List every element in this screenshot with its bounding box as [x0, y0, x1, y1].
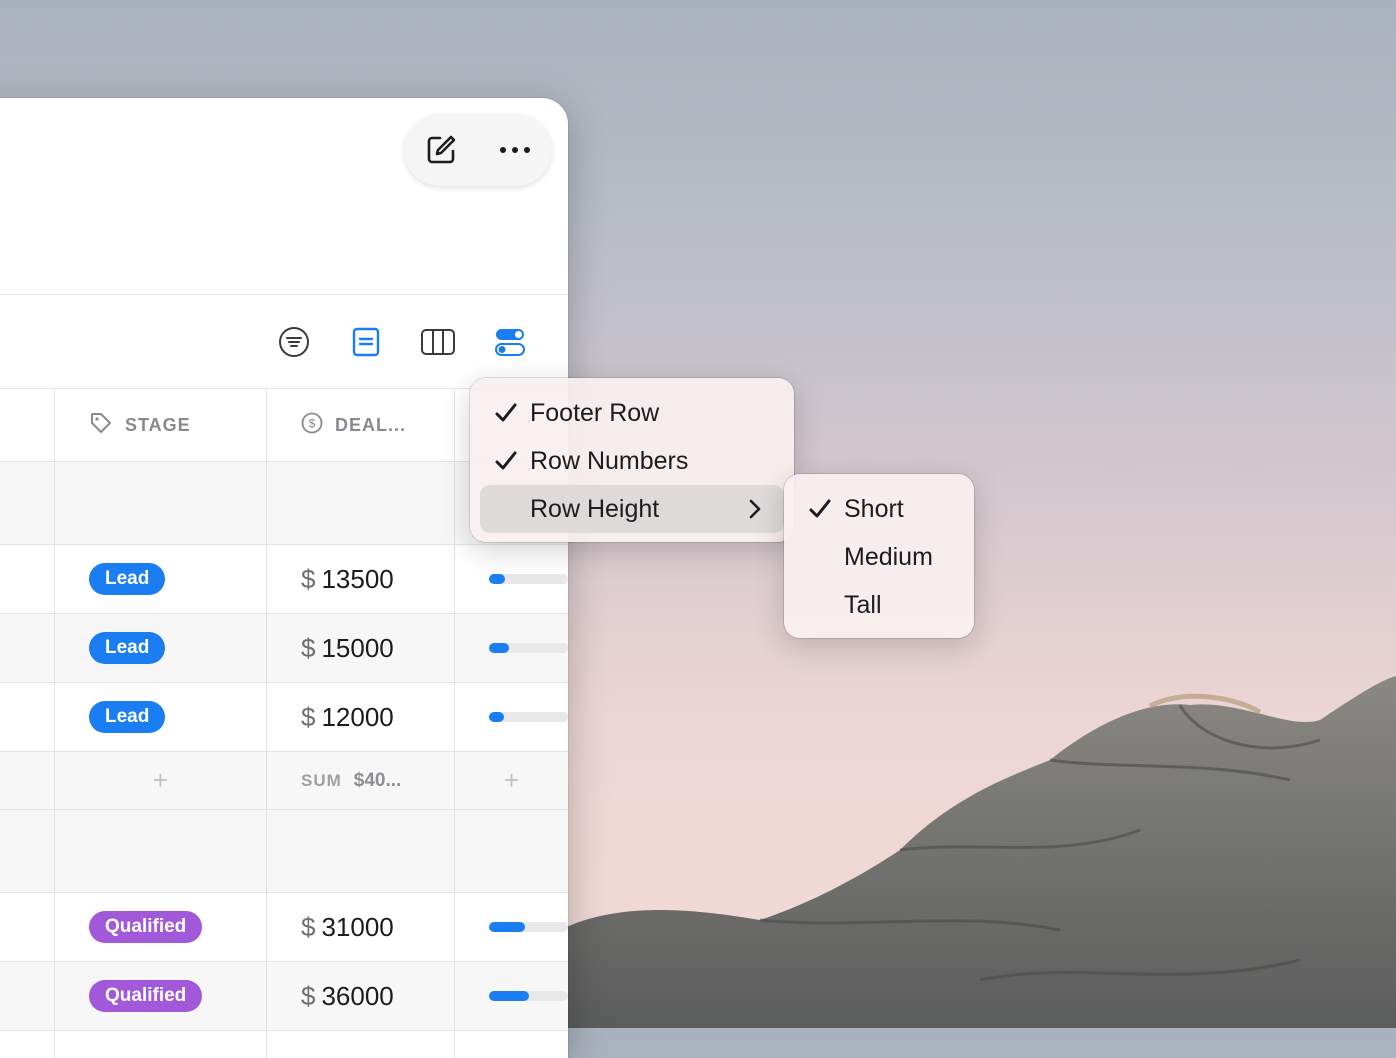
column-header-stage[interactable]: STAGE	[55, 389, 266, 461]
app-window: STAGE $ DEAL... Lead $13500 Lead $15000 …	[0, 98, 568, 1058]
column-divider	[266, 388, 267, 1058]
deal-value: $13500	[301, 563, 394, 594]
table-row[interactable]: Lead $15000	[0, 614, 568, 683]
table-row[interactable]: Lead $13500	[0, 545, 568, 614]
status-badge: Lead	[89, 563, 166, 595]
ellipsis-icon[interactable]	[493, 128, 537, 172]
menu-item-row-numbers[interactable]: Row Numbers	[480, 437, 784, 485]
progress-bar	[489, 922, 568, 932]
columns-icon[interactable]	[420, 326, 456, 358]
compose-icon[interactable]	[419, 128, 463, 172]
table-row[interactable]: Qualified $36000	[0, 962, 568, 1031]
row-height-submenu: Short Medium Tall	[784, 474, 974, 638]
column-header-label: STAGE	[125, 414, 191, 435]
status-badge: Lead	[89, 632, 166, 664]
svg-text:$: $	[309, 416, 316, 430]
checkmark-icon	[495, 451, 517, 470]
checkmark-icon	[809, 499, 831, 518]
menu-item-tall[interactable]: Tall	[794, 581, 964, 629]
menu-item-label: Tall	[844, 590, 882, 619]
progress-bar	[489, 574, 568, 584]
toggles-icon[interactable]	[492, 326, 528, 358]
column-divider	[54, 388, 55, 1058]
progress-bar	[489, 991, 568, 1001]
sum-value[interactable]: $40...	[354, 770, 402, 792]
chevron-right-icon	[749, 499, 761, 519]
status-badge: Qualified	[89, 980, 203, 1012]
group-header	[0, 810, 568, 893]
checkmark-icon	[495, 403, 517, 422]
row-detail-icon[interactable]	[348, 326, 384, 358]
progress-bar	[489, 712, 568, 722]
progress-bar	[489, 643, 568, 653]
menu-item-row-height[interactable]: Row Height	[480, 485, 784, 533]
menu-item-medium[interactable]: Medium	[794, 533, 964, 581]
top-toolbar	[404, 114, 552, 186]
dollar-circle-icon: $	[301, 412, 323, 439]
status-badge: Lead	[89, 701, 166, 733]
deal-value: $36000	[301, 980, 394, 1011]
tag-icon	[89, 411, 113, 440]
column-header-label: DEAL...	[335, 414, 407, 435]
deal-value: $12000	[301, 701, 394, 732]
sum-label: SUM	[301, 770, 342, 790]
menu-item-label: Short	[844, 494, 904, 523]
menu-item-footer-row[interactable]: Footer Row	[480, 389, 784, 437]
menu-item-label: Row Height	[530, 494, 660, 523]
deal-value: $31000	[301, 911, 394, 942]
header-divider	[0, 294, 568, 295]
column-divider	[454, 388, 455, 1058]
add-summary-button[interactable]: +	[153, 765, 168, 796]
table-row[interactable]: Qualified $31000	[0, 893, 568, 962]
status-badge: Qualified	[89, 911, 203, 943]
deal-value: $15000	[301, 632, 394, 663]
menu-item-label: Footer Row	[530, 398, 660, 427]
table-row[interactable]: Lead $12000	[0, 683, 568, 752]
add-summary-button[interactable]: +	[504, 765, 519, 796]
column-header-deal[interactable]: $ DEAL...	[267, 389, 454, 461]
view-options-menu: Footer Row Row Numbers Row Height	[470, 378, 794, 542]
menu-item-label: Medium	[844, 542, 933, 571]
view-toolbar	[0, 326, 568, 358]
menu-item-short[interactable]: Short	[794, 485, 964, 533]
menu-item-label: Row Numbers	[530, 446, 689, 475]
filter-icon[interactable]	[276, 326, 312, 358]
footer-row: + SUM $40... +	[0, 752, 568, 810]
